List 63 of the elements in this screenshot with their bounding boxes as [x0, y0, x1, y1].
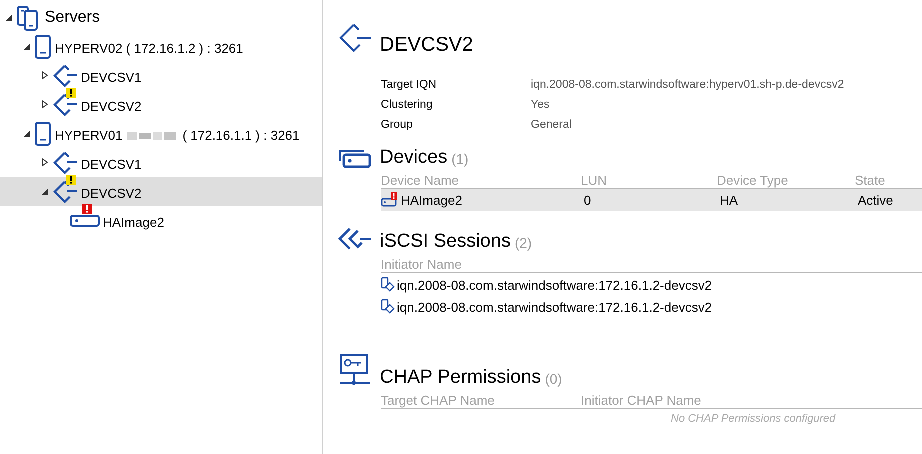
target-title: DEVCSV2	[380, 34, 474, 57]
column-header: Initiator CHAP Name	[581, 393, 702, 408]
property-label: Target IQN	[381, 79, 438, 91]
section-count: (1)	[452, 151, 469, 169]
tree-item[interactable]: Servers	[0, 3, 322, 32]
target-icon	[52, 178, 78, 204]
target-icon	[52, 150, 78, 176]
table-cell: iqn.2008-08.com.starwindsoftware:172.16.1.2-devcsv2	[397, 300, 712, 314]
table-cell: HAImage2	[401, 192, 462, 208]
section-count: (0)	[545, 371, 562, 389]
expanded-arrow-icon[interactable]	[23, 42, 31, 50]
target-icon	[52, 92, 78, 118]
table-cell-text: HA	[720, 192, 740, 208]
server-address: ( 172.16.1.1 ) : 3261	[182, 127, 300, 143]
tree-item-label: HAImage2	[103, 214, 164, 230]
column-header: LUN	[581, 173, 608, 188]
server-icon	[34, 34, 52, 60]
tree-item-label: Servers	[45, 8, 100, 26]
tree-item[interactable]: DEVCSV1	[0, 61, 322, 90]
tree-item[interactable]: HYPERV01 ( 172.16.1.1 ) : 3261	[0, 119, 322, 148]
property-value: iqn.2008-08.com.starwindsoftware:hyperv01.sh-p.de-devcsv2	[531, 79, 844, 91]
property-label: Group	[381, 119, 414, 131]
tree-item[interactable]: DEVCSV2	[0, 177, 322, 206]
column-header: Device Name	[381, 173, 460, 188]
column-header: Initiator Name	[381, 257, 462, 272]
tree-item[interactable]: HAImage2	[0, 206, 322, 235]
session-icon	[381, 277, 395, 293]
device-icon	[381, 198, 397, 206]
table-cell-text: Active	[858, 192, 894, 208]
tree-item[interactable]: DEVCSV2	[0, 90, 322, 119]
collapsed-arrow-icon[interactable]	[41, 71, 49, 80]
tree-item-label: DEVCSV2	[81, 185, 142, 201]
column-header: State	[855, 173, 886, 188]
section-title: CHAP Permissions	[380, 367, 542, 389]
tree-item[interactable]: DEVCSV1	[0, 148, 322, 177]
property-value: Yes	[531, 99, 550, 111]
tree-item-label: DEVCSV1	[81, 69, 142, 85]
collapsed-arrow-icon[interactable]	[41, 158, 49, 167]
table-cell: iqn.2008-08.com.starwindsoftware:172.16.1.2-devcsv2	[397, 278, 712, 292]
expanded-arrow-icon[interactable]	[41, 188, 49, 196]
section-count: (2)	[514, 235, 532, 253]
column-header: Device Type	[717, 173, 790, 188]
expanded-arrow-icon[interactable]	[5, 14, 13, 22]
property-value: General	[531, 119, 572, 131]
devices-icon	[338, 147, 372, 169]
empty-message: No CHAP Permissions configured	[671, 413, 837, 425]
device-icon	[70, 214, 100, 228]
section-title: iSCSI Sessions	[380, 231, 511, 253]
tree-item-label: DEVCSV1	[81, 156, 142, 172]
collapsed-arrow-icon[interactable]	[41, 100, 49, 109]
tree-item-label: HYPERV01	[55, 127, 123, 143]
tree-item-label: HYPERV02 ( 172.16.1.2 ) : 3261	[55, 40, 244, 56]
tree-item[interactable]: HYPERV02 ( 172.16.1.2 ) : 3261	[0, 32, 322, 61]
property-label: Clustering	[381, 99, 434, 111]
server-icon	[34, 120, 52, 146]
column-header: Target CHAP Name	[381, 393, 496, 408]
session-icon	[381, 299, 395, 315]
target-icon	[52, 62, 78, 88]
expanded-arrow-icon[interactable]	[23, 130, 31, 138]
section-title: Devices	[380, 147, 448, 169]
tree-item-label: DEVCSV2	[81, 98, 142, 114]
table-cell-text: 0	[583, 192, 592, 208]
table-row[interactable]: HAImage2 0 HA Active	[381, 189, 922, 211]
